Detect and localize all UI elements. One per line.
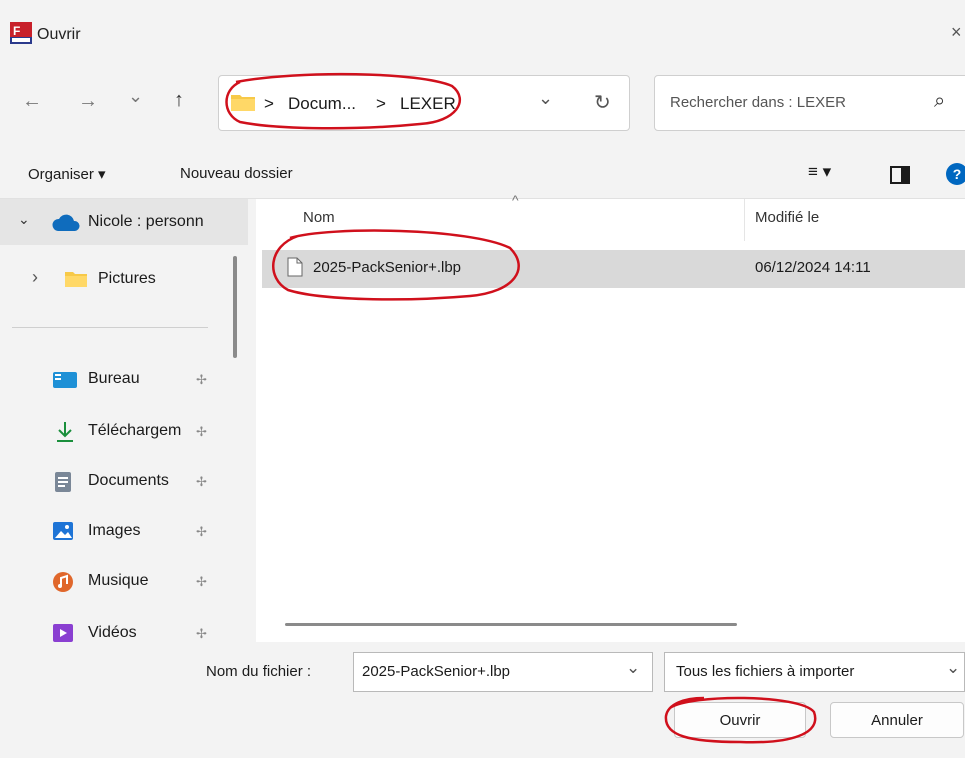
pin-icon: ✢	[196, 424, 207, 439]
organize-button[interactable]: Organiser ▾	[28, 165, 106, 183]
navigation-pane: ⌄ Nicole : personn › Pictures Bureau ✢ T…	[0, 199, 248, 642]
desktop-icon	[53, 372, 77, 388]
pin-icon: ✢	[196, 626, 207, 641]
sidebar-item-label: Musique	[88, 572, 149, 589]
up-button[interactable]: ↑	[174, 89, 184, 112]
file-icon	[287, 257, 303, 277]
sidebar-item-onedrive[interactable]: ⌄ Nicole : personn	[0, 199, 248, 245]
recent-locations-button[interactable]: ⌄	[128, 86, 143, 107]
sidebar-item-label: Vidéos	[88, 624, 137, 641]
svg-text:F: F	[13, 24, 20, 38]
refresh-icon[interactable]: ↻	[594, 90, 611, 115]
images-icon	[53, 522, 73, 540]
breadcrumb-documents[interactable]: Docum...	[288, 94, 356, 114]
window-title: Ouvrir	[37, 26, 81, 43]
sort-ascending-icon: ^	[512, 192, 519, 208]
videos-icon	[53, 624, 73, 642]
sidebar-divider	[12, 327, 208, 328]
pin-icon: ✢	[196, 524, 207, 539]
sidebar-item-label: Images	[88, 522, 141, 539]
chevron-down-icon[interactable]: ⌄	[946, 658, 960, 678]
breadcrumb-separator: >	[376, 94, 386, 113]
folder-icon	[231, 95, 255, 111]
sidebar-item-telechargements[interactable]: Téléchargem ✢	[0, 411, 220, 451]
sidebar-item-images[interactable]: Images ✢	[0, 511, 220, 551]
title-bar	[0, 0, 965, 56]
column-header-modified[interactable]: Modifié le	[755, 209, 819, 226]
breadcrumb-lexer[interactable]: LEXER	[400, 94, 456, 114]
sidebar-item-label: Bureau	[88, 370, 140, 387]
folder-icon	[65, 272, 87, 287]
search-placeholder: Rechercher dans : LEXER	[670, 94, 846, 111]
download-icon	[57, 422, 73, 442]
sidebar-item-label: Pictures	[98, 270, 156, 287]
file-modified-date: 06/12/2024 14:11	[755, 259, 871, 276]
file-name[interactable]: 2025-PackSenior+.lbp	[313, 259, 461, 276]
view-options-icon[interactable]: ≡ ▾	[808, 162, 831, 182]
pin-icon: ✢	[196, 372, 207, 387]
sidebar-item-pictures[interactable]: › Pictures	[0, 259, 220, 299]
sidebar-item-label: Téléchargem	[88, 422, 182, 439]
sidebar-scrollbar[interactable]	[233, 256, 237, 358]
file-name-value: 2025-PackSenior+.lbp	[362, 663, 511, 680]
app-logo-icon: F	[10, 22, 32, 44]
open-button[interactable]: Ouvrir	[674, 702, 806, 738]
sidebar-item-label: Nicole : personn	[88, 213, 204, 230]
sidebar-item-documents[interactable]: Documents ✢	[0, 461, 220, 501]
close-icon[interactable]: ×	[951, 22, 962, 43]
breadcrumb-separator: >	[264, 94, 274, 113]
pin-icon: ✢	[196, 474, 207, 489]
chevron-right-icon[interactable]: ›	[32, 267, 38, 288]
horizontal-scrollbar[interactable]	[285, 623, 737, 626]
column-divider[interactable]	[744, 199, 745, 241]
preview-pane-icon[interactable]	[890, 166, 910, 184]
pin-icon: ✢	[196, 574, 207, 589]
sidebar-item-videos[interactable]: Vidéos ✢	[0, 613, 220, 642]
music-icon	[53, 572, 73, 592]
forward-button[interactable]: →	[78, 90, 98, 113]
sidebar-item-bureau[interactable]: Bureau ✢	[0, 359, 220, 399]
back-button[interactable]: ←	[22, 90, 42, 113]
column-header-name[interactable]: Nom	[303, 209, 335, 226]
file-type-value: Tous les fichiers à importer	[676, 663, 855, 680]
search-icon[interactable]: ⌕	[934, 90, 945, 113]
file-name-label: Nom du fichier :	[206, 663, 312, 680]
cancel-button[interactable]: Annuler	[830, 702, 964, 738]
address-dropdown-icon[interactable]: ⌄	[538, 88, 553, 109]
help-icon[interactable]: ?	[946, 163, 965, 185]
new-folder-button[interactable]: Nouveau dossier	[180, 165, 293, 182]
documents-icon	[55, 472, 71, 492]
chevron-down-icon[interactable]: ⌄	[626, 658, 640, 678]
cloud-icon	[52, 214, 80, 231]
chevron-down-icon[interactable]: ⌄	[18, 211, 30, 228]
sidebar-item-musique[interactable]: Musique ✢	[0, 561, 220, 601]
sidebar-item-label: Documents	[88, 472, 169, 489]
